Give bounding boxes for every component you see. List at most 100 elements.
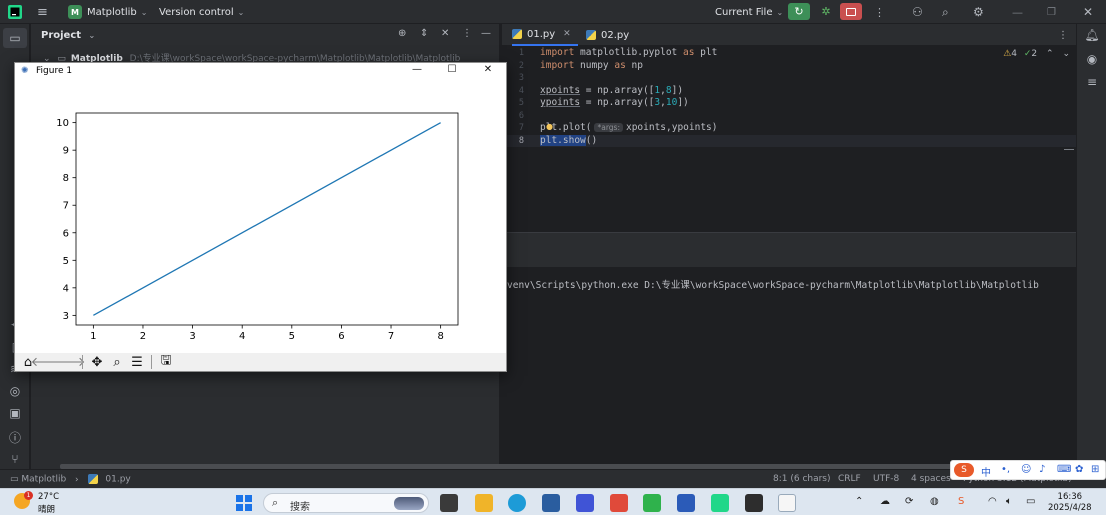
tab-01-py[interactable]: 01.py ✕ bbox=[512, 24, 578, 46]
word-icon[interactable] bbox=[677, 494, 695, 512]
x-tick-label: 5 bbox=[289, 331, 295, 342]
chevron-up-icon[interactable]: ⌃ bbox=[855, 496, 863, 507]
pan-icon[interactable]: ✥ bbox=[87, 354, 107, 370]
maximize-icon[interactable]: ☐ bbox=[437, 64, 467, 79]
forward-icon[interactable]: 🡒 bbox=[51, 354, 86, 370]
python-console-icon[interactable]: ◎ bbox=[0, 384, 30, 398]
right-tool-strip: 🔔︎ ◉ ≡ bbox=[1076, 24, 1106, 469]
wps-icon[interactable] bbox=[610, 494, 628, 512]
project-switcher[interactable]: M Matplotlib ⌄ bbox=[68, 0, 147, 24]
figure-title-bar[interactable]: ✺ Figure 1 — ☐ ✕ bbox=[15, 63, 506, 80]
stop-button[interactable] bbox=[840, 3, 862, 20]
sync-icon[interactable]: ⟳ bbox=[905, 496, 913, 507]
emoji-icon[interactable]: ☺ bbox=[1021, 464, 1031, 475]
mic-icon[interactable]: ♪ bbox=[1039, 464, 1045, 475]
wechat-icon[interactable] bbox=[643, 494, 661, 512]
edge-browser-icon[interactable] bbox=[508, 494, 526, 512]
system-clock[interactable]: 16:36 2025/4/28 bbox=[1048, 492, 1092, 514]
volume-icon[interactable]: 🔈︎ bbox=[1006, 496, 1012, 507]
terminal-icon[interactable]: ▣ bbox=[0, 406, 30, 420]
figure-window: ✺ Figure 1 — ☐ ✕ 1 2 3 4 5 6 7 8 3 4 5 6 7 8 9 10 ⌂ 🡐 🡒… bbox=[14, 62, 507, 372]
project-name: Matplotlib bbox=[87, 6, 137, 18]
pycharm-icon[interactable] bbox=[711, 494, 729, 512]
file-explorer-icon[interactable] bbox=[475, 494, 493, 512]
expand-collapse-icon[interactable]: ⇕ bbox=[420, 28, 428, 39]
version-control-menu[interactable]: Version control ⌄ bbox=[159, 0, 244, 24]
caret-position[interactable]: 8:1 (6 chars) bbox=[773, 474, 831, 484]
matplotlib-figure-icon[interactable] bbox=[778, 494, 796, 512]
hide-panel-icon[interactable]: — bbox=[481, 28, 491, 39]
close-icon[interactable]: ✕ bbox=[1083, 0, 1093, 24]
minimize-icon[interactable]: — bbox=[402, 64, 432, 79]
param-hint: *args: bbox=[594, 123, 623, 132]
save-icon[interactable]: 🖫 bbox=[156, 353, 176, 370]
taskbar-search[interactable]: ⌕ 搜索 bbox=[263, 493, 429, 513]
chevron-down-icon[interactable]: ⌄ bbox=[1062, 49, 1070, 59]
run-console: venv\Scripts\python.exe D:\专业课\workSpace… bbox=[502, 232, 1076, 469]
version-control-label: Version control bbox=[159, 6, 234, 18]
figure-canvas[interactable]: 1 2 3 4 5 6 7 8 3 4 5 6 7 8 9 10 bbox=[15, 80, 506, 352]
sogou-logo-icon[interactable]: S bbox=[954, 463, 974, 477]
gear-icon[interactable]: ⚙ bbox=[973, 0, 984, 24]
task-view-icon[interactable] bbox=[440, 494, 458, 512]
add-user-icon[interactable]: ⚇ bbox=[912, 0, 923, 24]
notifications-icon[interactable]: 🔔︎ bbox=[1077, 28, 1106, 42]
pycharm-logo-icon[interactable] bbox=[8, 0, 22, 24]
grid-menu-icon[interactable]: ⊞ bbox=[1091, 464, 1099, 475]
minimize-icon[interactable]: — bbox=[1012, 0, 1023, 24]
run-config-selector[interactable]: Current File ⌄ bbox=[715, 0, 783, 24]
search-icon: ⌕ bbox=[272, 496, 279, 509]
hamburger-menu-icon[interactable]: ≡ bbox=[37, 0, 48, 24]
y-tick-label: 8 bbox=[63, 173, 69, 184]
close-tab-icon[interactable]: ✕ bbox=[563, 29, 571, 39]
punctuation-icon[interactable]: •, bbox=[1001, 464, 1010, 475]
warning-count: 4 bbox=[1011, 49, 1017, 59]
chevron-up-icon[interactable]: ⌃ bbox=[1046, 49, 1054, 59]
indent-setting[interactable]: 4 spaces bbox=[911, 474, 951, 484]
database-icon[interactable]: ≡ bbox=[1077, 75, 1106, 89]
terminal-icon[interactable] bbox=[745, 494, 763, 512]
debug-button[interactable]: ✲ bbox=[815, 3, 837, 20]
battery-icon[interactable]: ▭ bbox=[1026, 496, 1035, 507]
keyboard-icon[interactable]: ⌨ bbox=[1057, 464, 1071, 475]
folder-icon[interactable]: ▭ bbox=[3, 28, 27, 48]
store-icon[interactable] bbox=[542, 494, 560, 512]
collapse-all-icon[interactable]: ✕ bbox=[441, 28, 449, 39]
more-icon[interactable]: ⋮ bbox=[1058, 24, 1068, 46]
ai-assistant-icon[interactable]: ◉ bbox=[1077, 52, 1106, 66]
configure-subplots-icon[interactable]: ☰ bbox=[127, 354, 147, 370]
code-line: plt.plot(*args: xpoints,ypoints) bbox=[540, 122, 718, 133]
lightbulb-icon[interactable]: ● bbox=[546, 122, 553, 131]
chevron-down-icon: ⌄ bbox=[776, 7, 784, 17]
search-highlight-image bbox=[394, 497, 424, 510]
clock-time: 16:36 bbox=[1057, 492, 1083, 502]
skin-icon[interactable]: ✿ bbox=[1075, 464, 1083, 475]
close-icon[interactable]: ✕ bbox=[473, 64, 503, 79]
line-separator[interactable]: CRLF bbox=[838, 474, 861, 484]
inspection-widget[interactable]: ⚠4 ✓2 ⌃ ⌄ bbox=[1003, 49, 1070, 59]
ime-mode[interactable]: 中 bbox=[981, 464, 991, 479]
project-panel-header[interactable]: Project ⌄ bbox=[41, 30, 95, 41]
restore-icon[interactable]: ❐ bbox=[1047, 0, 1056, 24]
zoom-icon[interactable]: ⌕ bbox=[107, 354, 127, 370]
code-line: import matplotlib.pyplot as plt bbox=[540, 47, 718, 58]
problems-icon[interactable]: ⓘ bbox=[0, 429, 30, 446]
more-icon[interactable]: ⋮ bbox=[874, 0, 885, 24]
cloud-icon[interactable]: ☁ bbox=[880, 496, 890, 507]
windows-start-icon[interactable] bbox=[235, 494, 253, 512]
code-editor[interactable]: 1 2 3 4 5 6 7 8 import matplotlib.pyplot… bbox=[502, 46, 1076, 232]
git-icon[interactable]: ⑂ bbox=[0, 452, 30, 466]
more-icon[interactable]: ⋮ bbox=[462, 28, 472, 39]
tray-app-icon[interactable]: ◍ bbox=[930, 496, 939, 507]
wifi-icon[interactable]: ◠ bbox=[988, 496, 997, 507]
tab-02-py[interactable]: 02.py bbox=[586, 24, 646, 46]
app-icon[interactable] bbox=[576, 494, 594, 512]
breadcrumb[interactable]: ▭ Matplotlib › 01.py bbox=[10, 474, 131, 485]
run-config-label: Current File bbox=[715, 6, 773, 18]
sogou-tray-icon[interactable]: S bbox=[958, 496, 964, 507]
file-encoding[interactable]: UTF-8 bbox=[873, 474, 899, 484]
bug-icon: ✲ bbox=[821, 5, 831, 18]
search-icon[interactable]: ⌕ bbox=[942, 0, 949, 24]
rerun-button[interactable]: ↻ bbox=[788, 3, 810, 20]
locate-icon[interactable]: ⊕ bbox=[398, 28, 406, 39]
